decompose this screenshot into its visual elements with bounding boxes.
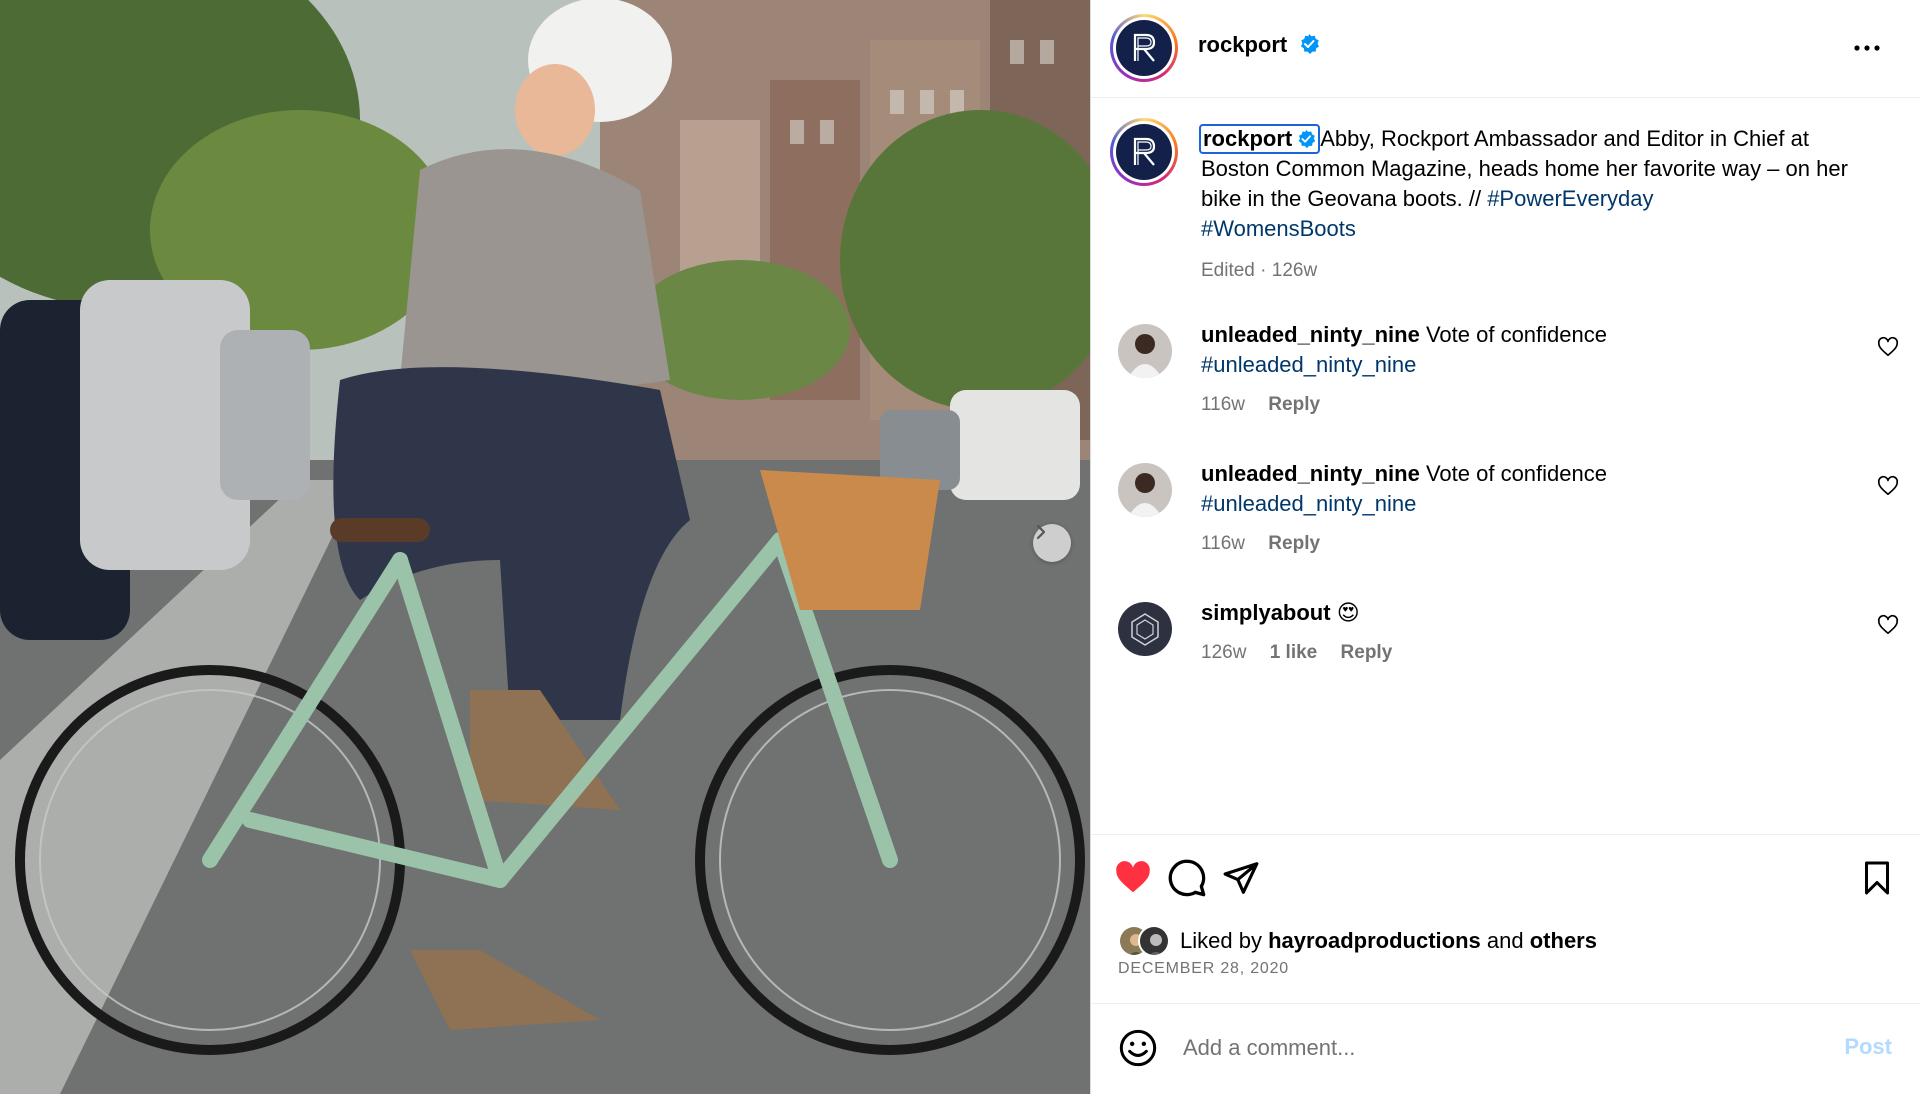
user-photo-icon (1118, 463, 1172, 517)
heart-outline-icon[interactable] (1877, 614, 1899, 636)
comment-age: 126w (1201, 642, 1247, 663)
likes-middle: and (1486, 928, 1524, 953)
user-photo-icon (1118, 324, 1172, 378)
likes-summary[interactable]: Liked by hayroadproductions and others (1118, 924, 1597, 958)
comment-text: Vote of confidence (1425, 461, 1607, 486)
more-horizontal-icon[interactable] (1851, 36, 1883, 60)
hashtag-link[interactable]: #unleaded_ninty_nine (1201, 352, 1416, 377)
user-photo-icon (1140, 927, 1168, 955)
comment-username[interactable]: unleaded_ninty_nine (1201, 461, 1420, 486)
header-username[interactable]: rockport (1198, 32, 1287, 57)
paper-plane-icon (1223, 862, 1259, 894)
liker-username[interactable]: hayroadproductions (1268, 928, 1481, 953)
geometric-logo-icon (1118, 602, 1172, 656)
avatar[interactable] (1118, 324, 1172, 378)
verified-badge-icon (1300, 34, 1319, 54)
post-button[interactable]: Post (1844, 1034, 1892, 1060)
comment-username[interactable]: simplyabout (1201, 600, 1331, 625)
post-sidebar: rockport rockport Abby, Rockport Ambassa… (1090, 0, 1920, 1094)
hashtag-link[interactable]: #WomensBoots (1201, 216, 1356, 241)
hashtag-link[interactable]: #PowerEveryday (1487, 186, 1653, 211)
comment-username[interactable]: unleaded_ninty_nine (1201, 322, 1420, 347)
caption-username[interactable]: rockport (1199, 124, 1321, 154)
comment-age: 116w (1201, 394, 1246, 415)
hashtag-link[interactable]: #unleaded_ninty_nine (1201, 491, 1416, 516)
avatar[interactable] (1118, 602, 1172, 656)
reply-button[interactable]: Reply (1268, 394, 1320, 415)
share-button[interactable] (1219, 856, 1263, 900)
comment-button[interactable] (1165, 856, 1209, 900)
comment-text: Vote of confidence (1425, 322, 1607, 347)
carousel-next-button[interactable] (1033, 524, 1071, 562)
rockport-logo-icon (1133, 137, 1156, 166)
post-header: rockport (1091, 0, 1920, 98)
divider (1091, 1003, 1920, 1004)
comment-text: 😍 (1336, 600, 1360, 625)
bookmark-icon (1865, 861, 1889, 895)
comment-input[interactable] (1183, 1030, 1783, 1066)
smiley-icon[interactable] (1118, 1028, 1158, 1068)
avatar[interactable] (1110, 14, 1178, 82)
comment-bubble-icon (1168, 859, 1206, 897)
caption-meta: Edited · 126w (1201, 260, 1318, 281)
comment-likes-link[interactable]: 1 like (1270, 642, 1318, 663)
caption-avatar[interactable] (1110, 118, 1178, 186)
comment-age: 116w (1201, 533, 1246, 554)
divider (1091, 834, 1920, 835)
post-date[interactable]: DECEMBER 28, 2020 (1118, 960, 1289, 978)
rockport-logo-icon (1133, 33, 1156, 62)
heart-outline-icon[interactable] (1877, 336, 1899, 358)
avatar[interactable] (1118, 463, 1172, 517)
likes-prefix: Liked by (1180, 928, 1262, 953)
heart-outline-icon[interactable] (1877, 475, 1899, 497)
likes-others-link[interactable]: others (1530, 928, 1597, 953)
liker-avatar (1138, 925, 1170, 957)
save-button[interactable] (1855, 856, 1899, 900)
caption: rockport Abby, Rockport Ambassador and E… (1199, 124, 1881, 286)
chevron-right-icon (1036, 524, 1046, 540)
verified-badge-icon (1298, 129, 1316, 149)
post-photo[interactable] (0, 0, 1090, 1094)
reply-button[interactable]: Reply (1268, 533, 1320, 554)
like-button[interactable] (1111, 856, 1155, 900)
photo-illustration (0, 0, 1090, 1094)
heart-filled-icon (1116, 861, 1150, 893)
reply-button[interactable]: Reply (1341, 642, 1393, 663)
